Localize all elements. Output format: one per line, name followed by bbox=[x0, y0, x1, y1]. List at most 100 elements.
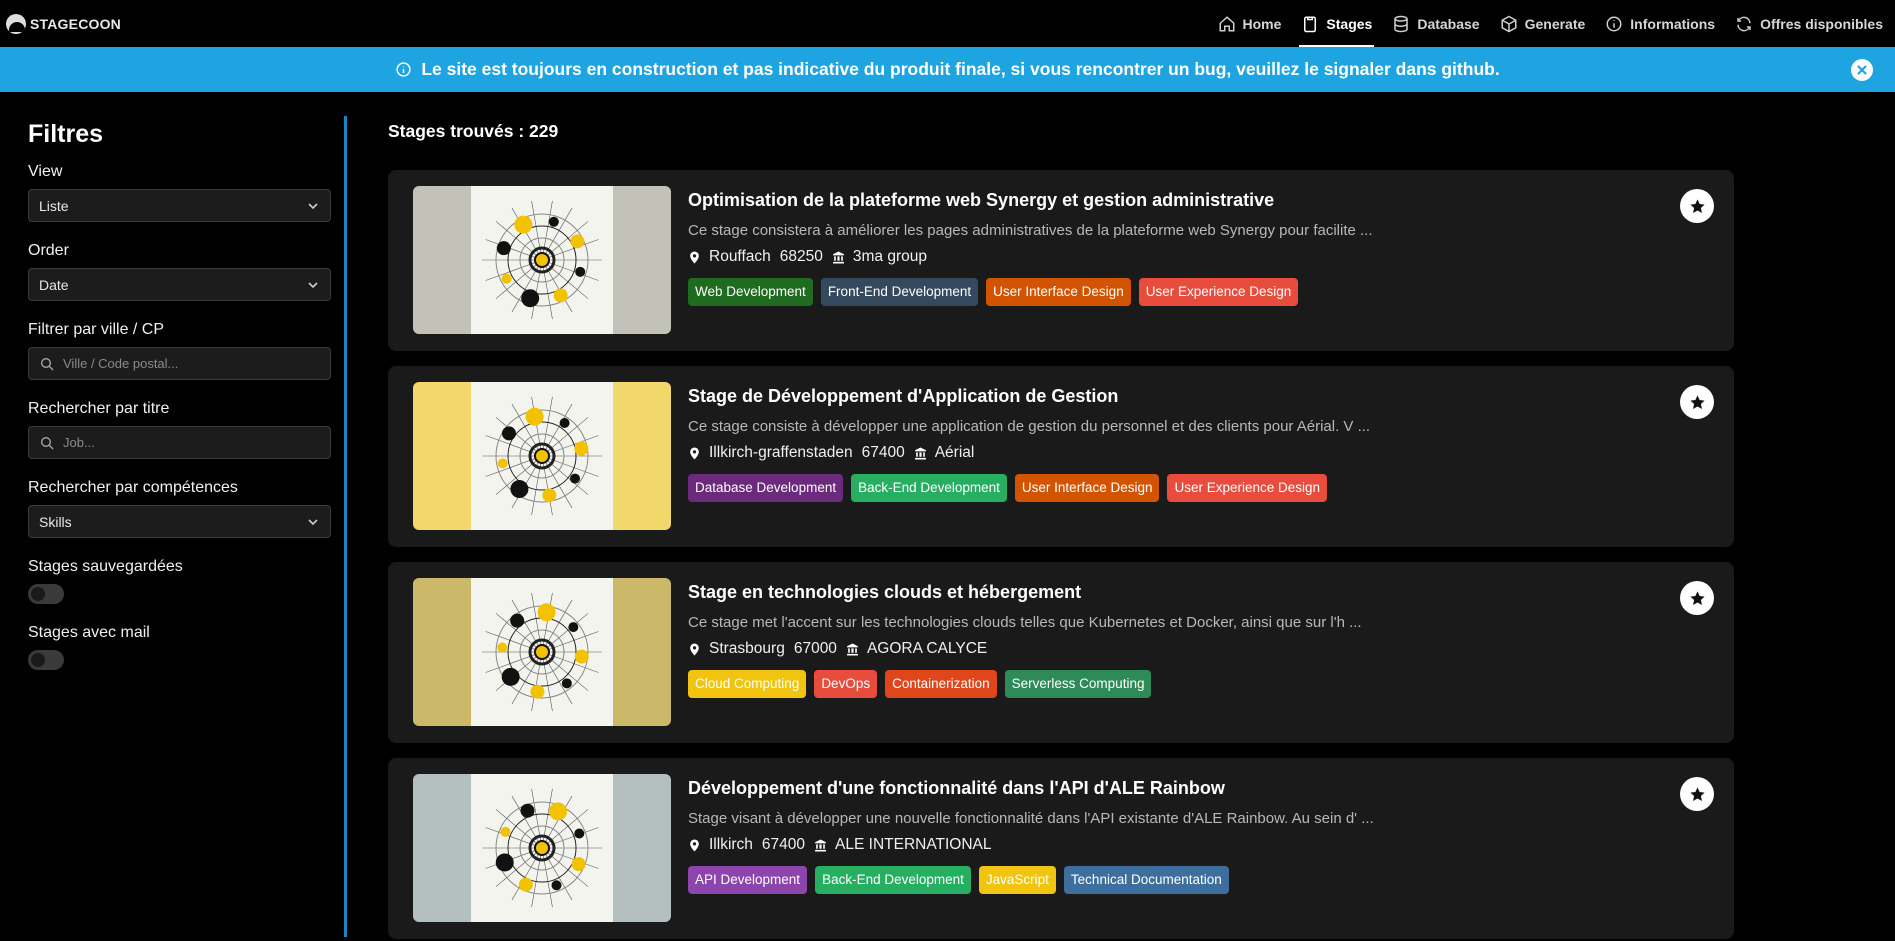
search-icon bbox=[41, 436, 54, 449]
view-select[interactable]: Liste bbox=[28, 189, 331, 222]
skill-tag[interactable]: User Experience Design bbox=[1138, 278, 1299, 306]
save-stage-button[interactable] bbox=[1680, 189, 1714, 223]
stage-city: Strasbourg bbox=[709, 640, 785, 657]
clipboard-icon bbox=[1304, 16, 1317, 32]
search-icon bbox=[41, 357, 54, 370]
stage-thumbnail bbox=[413, 578, 671, 726]
stage-description: Ce stage met l'accent sur les technologi… bbox=[688, 614, 1362, 631]
sidebar-title: Filtres bbox=[28, 120, 104, 148]
skills-select[interactable]: Skills bbox=[28, 505, 331, 538]
stage-card[interactable]: Stage de Développement d'Application de … bbox=[388, 366, 1734, 547]
skill-tag[interactable]: Database Development bbox=[688, 474, 844, 502]
brand[interactable]: STAGECOON bbox=[6, 13, 121, 34]
map-pin-icon bbox=[690, 251, 699, 263]
stage-title[interactable]: Stage en technologies clouds et hébergem… bbox=[688, 582, 1634, 603]
stage-title[interactable]: Optimisation de la plateforme web Synerg… bbox=[688, 190, 1634, 211]
saved-stages-toggle[interactable] bbox=[28, 584, 64, 604]
skill-tags: Web Development Front-End Development Us… bbox=[688, 278, 1634, 306]
nav-item-informations[interactable]: Informations bbox=[1595, 0, 1725, 47]
stage-postcode: 67000 bbox=[793, 640, 837, 657]
city-filter-field bbox=[28, 347, 331, 380]
stage-card[interactable]: Développement d'une fonctionnalité dans … bbox=[388, 758, 1734, 939]
stage-company: 3ma group bbox=[852, 248, 927, 265]
building-icon bbox=[847, 643, 858, 655]
map-pin-icon bbox=[690, 839, 699, 851]
stage-company: Aérial bbox=[934, 444, 975, 461]
close-banner-button[interactable] bbox=[1851, 59, 1873, 81]
chevron-down-icon bbox=[308, 518, 318, 525]
stage-title[interactable]: Stage de Développement d'Application de … bbox=[688, 386, 1634, 407]
building-icon bbox=[815, 839, 826, 851]
city-filter-label: Filtrer par ville / CP bbox=[28, 321, 165, 338]
stage-description: Ce stage consistera à améliorer les page… bbox=[688, 222, 1373, 239]
nav-item-generate[interactable]: Generate bbox=[1490, 0, 1596, 47]
skill-tag[interactable]: User Interface Design bbox=[1014, 474, 1160, 502]
stage-city: Illkirch-graffenstaden bbox=[709, 444, 853, 461]
home-icon bbox=[1219, 15, 1234, 31]
order-select-value: Date bbox=[39, 276, 69, 293]
save-stage-button[interactable] bbox=[1680, 385, 1714, 419]
save-stage-button[interactable] bbox=[1680, 777, 1714, 811]
view-label: View bbox=[28, 163, 63, 180]
stages-with-mail-label: Stages avec mail bbox=[28, 624, 150, 641]
info-icon bbox=[396, 62, 411, 77]
nav-item-label: Informations bbox=[1630, 15, 1716, 32]
skill-tag[interactable]: API Development bbox=[688, 866, 808, 894]
star-icon bbox=[1689, 786, 1705, 801]
skill-tag[interactable]: DevOps bbox=[814, 670, 878, 698]
stage-card[interactable]: Stage en technologies clouds et hébergem… bbox=[388, 562, 1734, 743]
refresh-icon bbox=[1737, 16, 1751, 31]
skill-tag[interactable]: User Experience Design bbox=[1167, 474, 1328, 502]
save-stage-button[interactable] bbox=[1680, 581, 1714, 615]
stage-city: Rouffach bbox=[709, 248, 771, 265]
title-search-input[interactable] bbox=[63, 435, 320, 450]
close-icon bbox=[1857, 65, 1867, 75]
brand-name: STAGECOON bbox=[30, 15, 121, 32]
construction-banner: Le site est toujours en construction et … bbox=[0, 47, 1895, 92]
map-pin-icon bbox=[690, 447, 699, 459]
skill-tag[interactable]: Front-End Development bbox=[820, 278, 979, 306]
nav-item-database[interactable]: Database bbox=[1382, 0, 1489, 47]
skill-tag[interactable]: Back-End Development bbox=[815, 866, 971, 894]
skill-tag[interactable]: User Interface Design bbox=[986, 278, 1131, 306]
nav-item-label: Offres disponibles bbox=[1760, 15, 1883, 32]
skill-tag[interactable]: Technical Documentation bbox=[1063, 866, 1229, 894]
stage-description: Ce stage consiste à développer une appli… bbox=[688, 418, 1371, 435]
skill-tags: API Development Back-End Development Jav… bbox=[688, 866, 1634, 894]
filters-sidebar: Filtres View Liste Order Date Filtrer pa… bbox=[0, 116, 347, 937]
skill-tag[interactable]: Containerization bbox=[885, 670, 997, 698]
stage-meta: Rouffach 68250 3ma group bbox=[688, 248, 1634, 266]
stage-thumbnail bbox=[413, 774, 671, 922]
title-search-field bbox=[28, 426, 331, 459]
order-select[interactable]: Date bbox=[28, 268, 331, 301]
stages-with-mail-toggle[interactable] bbox=[28, 650, 64, 670]
cube-icon bbox=[1501, 15, 1517, 32]
skill-tag[interactable]: Cloud Computing bbox=[688, 670, 807, 698]
star-icon bbox=[1689, 590, 1705, 605]
saved-stages-label: Stages sauvegardées bbox=[28, 558, 183, 575]
nav-item-stages[interactable]: Stages bbox=[1291, 0, 1382, 47]
skill-tag[interactable]: Back-End Development bbox=[851, 474, 1007, 502]
stage-city: Illkirch bbox=[709, 836, 753, 853]
order-label: Order bbox=[28, 242, 69, 259]
view-select-value: Liste bbox=[39, 197, 69, 214]
city-filter-input[interactable] bbox=[63, 356, 320, 371]
nav-item-offres[interactable]: Offres disponibles bbox=[1725, 0, 1893, 47]
database-icon bbox=[1394, 15, 1409, 32]
building-icon bbox=[914, 447, 926, 459]
raccoon-logo-icon bbox=[6, 13, 26, 34]
stage-card[interactable]: Optimisation de la plateforme web Synerg… bbox=[388, 170, 1734, 351]
chevron-down-icon bbox=[308, 281, 318, 288]
stage-description: Stage visant à développer une nouvelle f… bbox=[688, 810, 1374, 827]
stage-title[interactable]: Développement d'une fonctionnalité dans … bbox=[688, 778, 1634, 799]
star-icon bbox=[1689, 394, 1705, 409]
skills-select-value: Skills bbox=[39, 513, 72, 530]
title-search-label: Rechercher par titre bbox=[28, 400, 170, 417]
skill-tag[interactable]: Serverless Computing bbox=[1004, 670, 1152, 698]
stage-company: AGORA CALYCE bbox=[866, 640, 988, 657]
nav-item-home[interactable]: Home bbox=[1208, 0, 1292, 47]
skill-tag[interactable]: JavaScript bbox=[978, 866, 1056, 894]
stage-postcode: 68250 bbox=[779, 248, 823, 265]
skill-tag[interactable]: Web Development bbox=[688, 278, 813, 306]
top-navbar: STAGECOON Home Stages Database Generate … bbox=[0, 0, 1895, 47]
